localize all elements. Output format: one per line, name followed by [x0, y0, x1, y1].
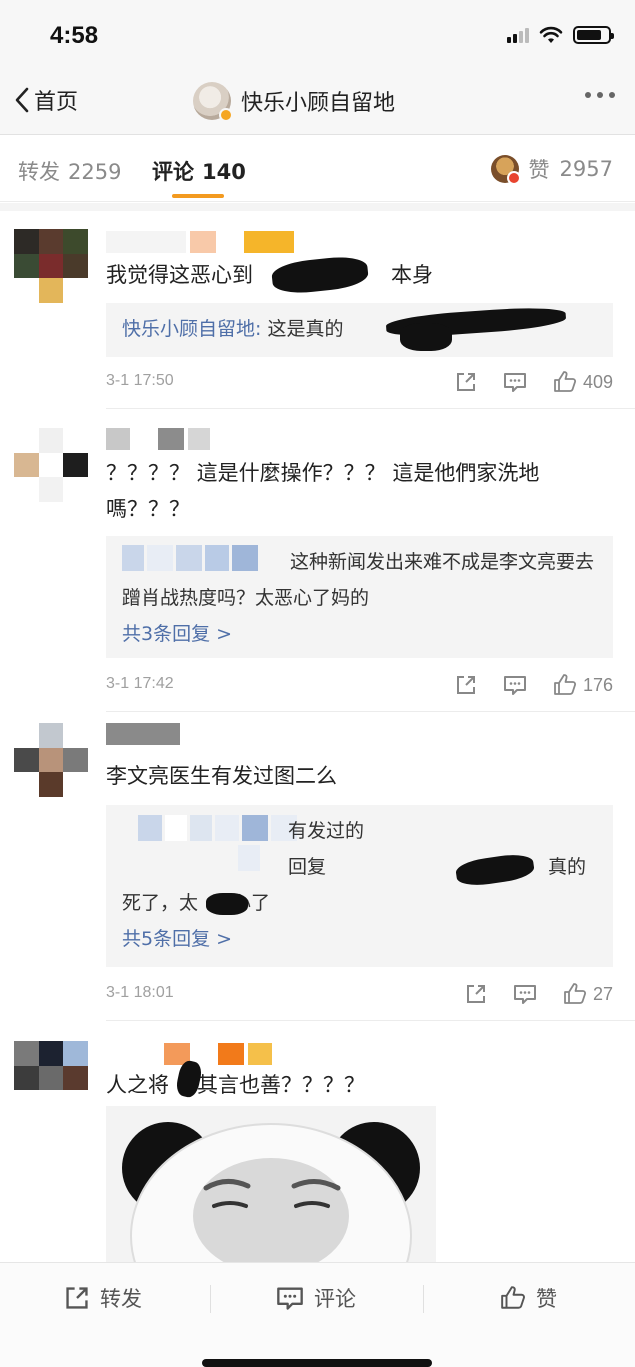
- tab-bar: 转发 2259 评论 140 赞 2957: [0, 136, 635, 202]
- like-count: 27: [592, 983, 613, 1004]
- avatar[interactable]: [14, 1041, 88, 1115]
- comment-text-b: 其言也善？？？？: [197, 1073, 365, 1097]
- more-button[interactable]: [585, 92, 615, 98]
- tab-comment[interactable]: 评论 140: [152, 156, 246, 186]
- verified-badge-icon: [219, 108, 233, 122]
- timestamp: 3-1 17:42: [106, 675, 174, 692]
- tab-comment-count: 140: [202, 160, 246, 184]
- divider: [106, 1020, 635, 1021]
- reply-author[interactable]: [138, 815, 297, 841]
- comment-author-name[interactable]: [106, 428, 210, 450]
- reply-text: 这是真的: [267, 318, 344, 340]
- like-label: 赞: [536, 1287, 557, 1311]
- redaction-scribble: [400, 323, 452, 351]
- status-time: 4:58: [50, 22, 99, 49]
- comment-author-name[interactable]: [106, 231, 294, 253]
- comment-icon[interactable]: [513, 983, 537, 1005]
- reply-text: 这种新闻发出来难不成是李文亮要去蹭肖战热度吗？太恶心了妈的: [122, 551, 595, 609]
- tab-like-label: 赞: [528, 158, 550, 182]
- active-tab-indicator: [172, 194, 224, 198]
- comment-icon[interactable]: [503, 371, 527, 393]
- avatar[interactable]: [14, 723, 88, 797]
- view-replies-link[interactable]: 共3条回复 >: [122, 616, 232, 652]
- comment-icon[interactable]: [503, 674, 527, 696]
- reply-text-line-2a: 回复: [288, 856, 327, 878]
- bottom-action-bar: 转发 评论 赞: [0, 1262, 635, 1367]
- reply-text-line-3a: 死了，太: [122, 892, 199, 914]
- like-button[interactable]: 27: [563, 982, 613, 1006]
- thumbs-up-icon: [554, 371, 576, 392]
- comment-text-a: 人之将: [106, 1073, 169, 1097]
- comment-text-b: 本身: [391, 263, 433, 287]
- share-icon[interactable]: [455, 674, 477, 696]
- share-icon[interactable]: [465, 983, 487, 1005]
- repost-button[interactable]: 转发: [64, 1283, 142, 1313]
- home-indicator: [202, 1359, 432, 1367]
- avatar[interactable]: [14, 229, 88, 303]
- like-count: 409: [582, 371, 613, 392]
- reply-author[interactable]: 快乐小顾自留地:: [122, 318, 261, 340]
- nav-profile[interactable]: 快乐小顾自留地: [193, 82, 396, 122]
- page-title: 快乐小顾自留地: [241, 91, 396, 116]
- tab-like[interactable]: 赞 2957: [490, 154, 613, 185]
- back-button[interactable]: 首页: [14, 84, 78, 116]
- comment-text-a: 我觉得这恶心到: [106, 263, 253, 287]
- tab-repost-count: 2259: [68, 160, 122, 184]
- avatar[interactable]: [14, 428, 88, 502]
- panda-face-image: [106, 1106, 436, 1266]
- reply-text-line-1: 有发过的: [288, 820, 365, 842]
- divider: [210, 1285, 211, 1313]
- repost-label: 转发: [100, 1287, 142, 1311]
- thumbs-up-icon: [501, 1286, 525, 1309]
- like-button[interactable]: 赞: [500, 1283, 557, 1313]
- comment-meta: 3-1 18:01 27: [106, 982, 613, 1008]
- tab-comment-label: 评论: [152, 160, 194, 184]
- like-button[interactable]: 409: [553, 370, 613, 394]
- comment-meta: 3-1 17:50 409: [106, 370, 613, 396]
- like-count: 176: [582, 674, 613, 695]
- chevron-left-icon: [15, 87, 29, 113]
- timestamp: 3-1 18:01: [106, 984, 174, 1001]
- share-icon: [66, 1287, 88, 1309]
- avatar: [193, 82, 233, 122]
- comment-text: 李文亮医生有发过图二么: [106, 764, 337, 788]
- comment-author-name[interactable]: [106, 723, 180, 745]
- divider: [106, 711, 635, 712]
- divider: [0, 203, 635, 211]
- timestamp: 3-1 17:50: [106, 372, 174, 389]
- avatar: [490, 155, 521, 185]
- like-button[interactable]: 176: [553, 673, 613, 697]
- battery-icon: [573, 26, 614, 44]
- signal-icon: [507, 27, 529, 43]
- status-bar: 4:58: [0, 0, 635, 70]
- nav-bar: 首页 快乐小顾自留地: [0, 70, 635, 135]
- comment-text: ？？？？ 這是什麼操作？？？ 這是他們家洗地嗎？？？: [106, 461, 540, 521]
- comment-button[interactable]: 评论: [276, 1283, 356, 1313]
- reply-text-line-2b: 真的: [548, 856, 587, 878]
- thumbs-up-icon: [564, 983, 586, 1004]
- reply-preview[interactable]: 这种新闻发出来难不成是李文亮要去蹭肖战热度吗？太恶心了妈的 共3条回复 >: [106, 536, 613, 658]
- comment-icon: [277, 1287, 303, 1310]
- reply-preview[interactable]: 有发过的 回复 真的 死了，太 心了 共5条回复 >: [106, 805, 613, 967]
- divider: [423, 1285, 424, 1313]
- status-icons: [507, 26, 614, 44]
- sticker-image[interactable]: [106, 1106, 436, 1266]
- redaction-scribble: [206, 893, 248, 915]
- tab-repost[interactable]: 转发 2259: [18, 156, 121, 186]
- tab-like-count: 2957: [559, 157, 613, 181]
- divider: [106, 408, 635, 409]
- share-icon[interactable]: [455, 371, 477, 393]
- tab-repost-label: 转发: [18, 160, 60, 184]
- comment-meta: 3-1 17:42 176: [106, 673, 613, 699]
- comment-label: 评论: [314, 1287, 356, 1311]
- thumbs-up-icon: [554, 674, 576, 695]
- reply-author[interactable]: [238, 845, 260, 871]
- back-label: 首页: [34, 90, 79, 115]
- view-replies-link[interactable]: 共5条回复 >: [122, 921, 232, 957]
- wifi-icon: [539, 26, 563, 43]
